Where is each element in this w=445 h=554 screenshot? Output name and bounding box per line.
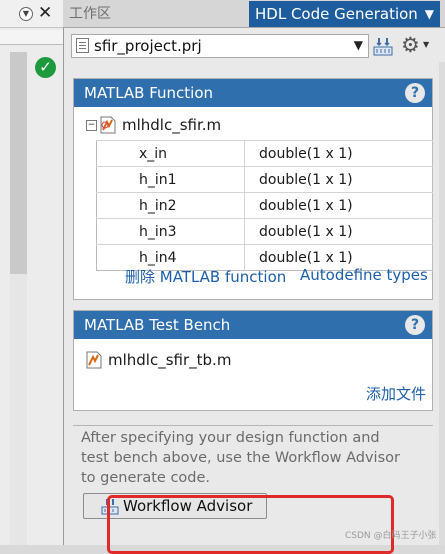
matlab-function-group: MATLAB Function ? − mlhdlc_sfir.m x_in d… [73,78,433,300]
chevron-down-icon[interactable]: ▼ [19,7,33,21]
table-row[interactable]: x_in double(1 x 1) [96,140,433,167]
highlight-annotation [107,495,394,554]
input-name: x_in [96,140,245,167]
hdl-coder-panel: sfir_project.prj ▼ ⚙ ▼ MATLAB Function ?… [63,28,445,554]
input-name: h_in2 [96,192,245,219]
matlab-file-icon [100,116,116,134]
group-title: MATLAB Function [84,84,214,102]
project-file-name: sfir_project.prj [94,37,202,55]
chevron-down-icon[interactable]: ▼ [425,1,434,27]
delete-matlab-function-link[interactable]: 删除 MATLAB function [125,266,286,287]
scrollbar-track[interactable] [439,62,445,545]
left-panel-header: ▼ ✕ [0,0,63,28]
tab-workspace[interactable]: 工作区 [67,4,113,24]
matlab-file-icon [86,351,102,369]
input-type[interactable]: double(1 x 1) [244,218,433,245]
checkmark-icon: ✓ [35,57,56,78]
chevron-down-icon[interactable]: ▼ [423,40,429,49]
left-panel: ▼ ✕ ✓ [0,0,64,545]
collapse-icon[interactable]: − [86,120,97,131]
tab-hdl-code-generation[interactable]: HDL Code Generation ▼ [249,1,440,27]
input-name: h_in3 [96,218,245,245]
matlab-test-bench-header: MATLAB Test Bench ? [74,311,432,339]
left-panel-row [0,30,63,45]
add-file-link[interactable]: 添加文件 [366,383,426,404]
project-select[interactable]: sfir_project.prj ▼ [71,34,369,58]
table-row[interactable]: h_in3 double(1 x 1) [96,218,433,245]
input-type[interactable]: double(1 x 1) [244,166,433,193]
instruction-text: After specifying your design function an… [81,430,400,486]
close-icon[interactable]: ✕ [38,3,52,23]
watermark: CSDN @白码王子小张 [345,531,437,541]
tab-label: HDL Code Generation [255,5,418,23]
input-type[interactable]: double(1 x 1) [244,140,433,167]
scrollbar-thumb[interactable] [10,52,27,274]
help-icon[interactable]: ? [405,83,425,103]
gear-icon[interactable]: ⚙ [401,34,420,56]
input-type[interactable]: double(1 x 1) [244,192,433,219]
tab-bar: 工作区 HDL Code Generation ▼ [63,0,445,28]
project-file-icon [76,38,89,53]
autodefine-types-link[interactable]: Autodefine types [300,266,428,284]
table-row[interactable]: h_in2 double(1 x 1) [96,192,433,219]
matlab-function-header: MATLAB Function ? [74,79,432,107]
test-bench-file-name: mlhdlc_sfir_tb.m [108,351,232,369]
function-file-name: mlhdlc_sfir.m [122,116,222,134]
matlab-test-bench-group: MATLAB Test Bench ? mlhdlc_sfir_tb.m 添加文… [73,310,433,411]
table-row[interactable]: h_in1 double(1 x 1) [96,166,433,193]
divider [73,425,433,426]
group-title: MATLAB Test Bench [84,316,231,334]
input-types-table: x_in double(1 x 1) h_in1 double(1 x 1) h… [96,140,433,271]
help-icon[interactable]: ? [405,315,425,335]
build-icon[interactable] [372,35,394,57]
input-name: h_in1 [96,166,245,193]
chevron-down-icon[interactable]: ▼ [354,38,363,52]
